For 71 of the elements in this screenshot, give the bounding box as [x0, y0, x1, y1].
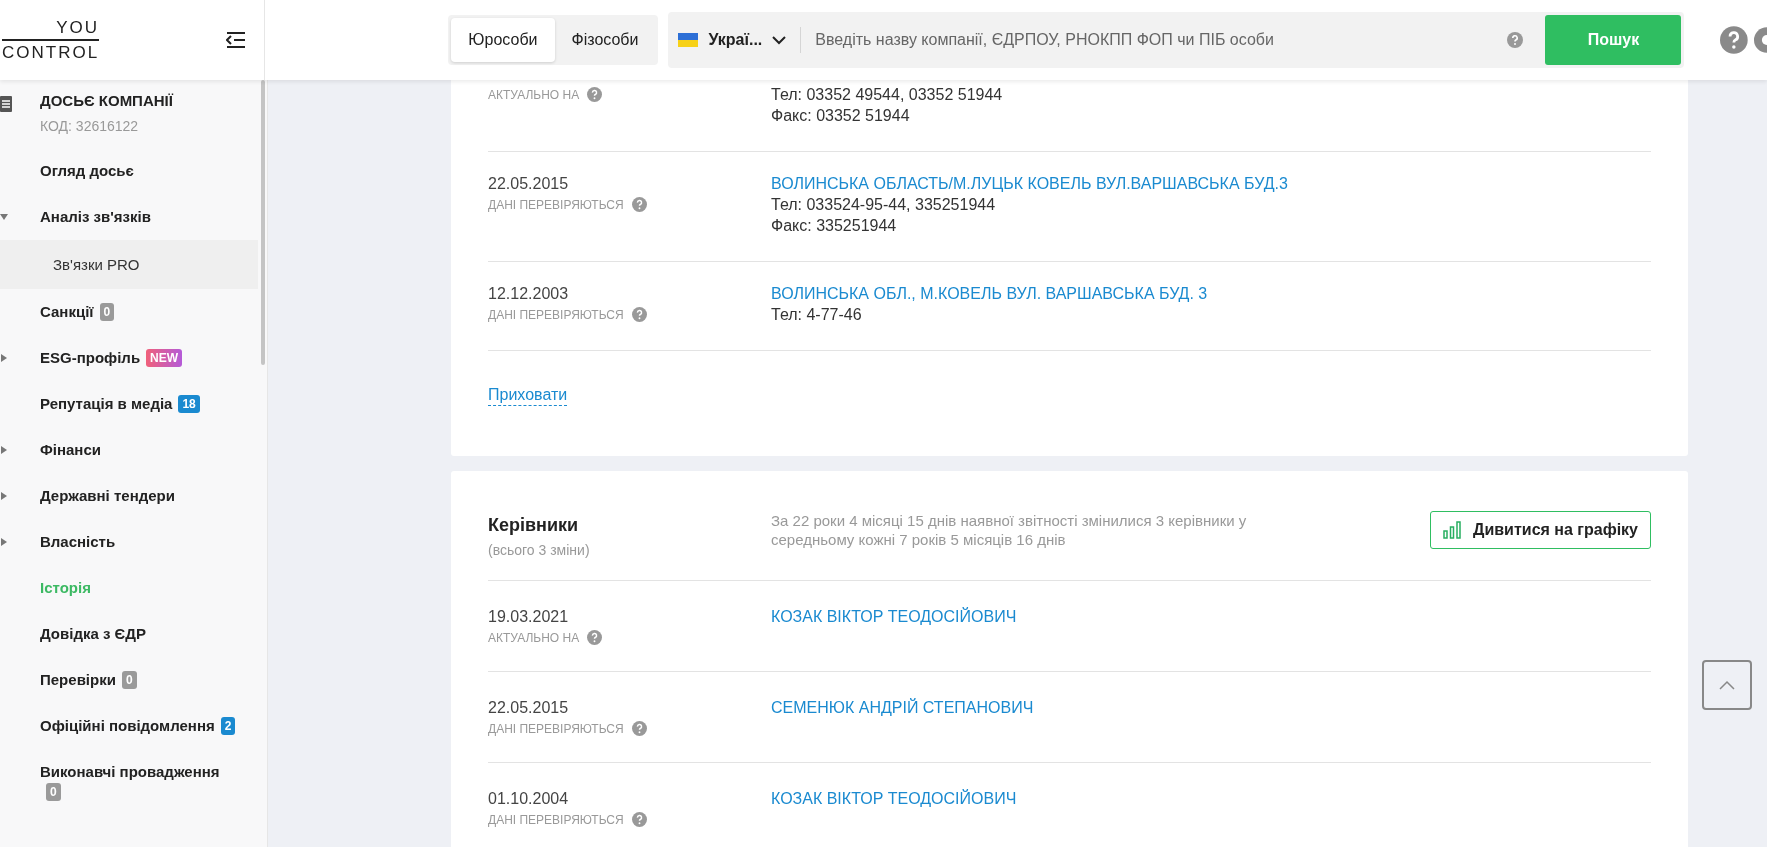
- sidebar-item[interactable]: Виконавчі провадження 0: [0, 749, 240, 815]
- help-icon[interactable]: [631, 812, 647, 827]
- sidebar-item[interactable]: Фінанси: [0, 427, 240, 473]
- status-label: ДАНІ ПЕРЕВІРЯЮТЬСЯ: [488, 721, 624, 736]
- entity-tab[interactable]: Юрособи: [451, 18, 555, 62]
- flag-icon: [678, 33, 699, 47]
- contact-line: Тел: 4-77-46: [771, 305, 863, 325]
- bar-chart-icon: [1443, 521, 1462, 539]
- count-badge: NEW: [146, 349, 183, 367]
- contact-line: Тел: 03352 49544, 03352 51944: [771, 85, 1004, 105]
- sidebar-item[interactable]: Аналіз зв'язків: [0, 194, 240, 240]
- contact-line: Тел: 033524-95-44, 335251944: [771, 195, 997, 215]
- status-label: ДАНІ ПЕРЕВІРЯЮТЬСЯ: [488, 307, 624, 322]
- caret-icon[interactable]: [0, 446, 8, 454]
- person-link[interactable]: КОЗАК ВІКТОР ТЕОДОСІЙОВИЧ: [771, 607, 1651, 627]
- sidebar-item[interactable]: Огляд досьє: [0, 148, 240, 194]
- sidebar-item[interactable]: Репутація в медіа 18: [0, 381, 240, 427]
- contact-line: Факс: 03352 51944: [771, 106, 911, 126]
- person-link[interactable]: СЕМЕНЮК АНДРІЙ СТЕПАНОВИЧ: [771, 698, 1651, 718]
- count-badge: 0: [99, 303, 115, 321]
- sidebar-item[interactable]: Офіційні повідомлення 2: [0, 703, 240, 749]
- status-label: АКТУАЛЬНО НА: [488, 87, 580, 102]
- help-icon[interactable]: [1507, 32, 1524, 48]
- view-chart-button[interactable]: Дивитися на графіку: [1430, 511, 1651, 549]
- contact-line: Факс: 335251944: [771, 216, 898, 236]
- address-link[interactable]: ВОЛИНСЬКА ОБЛАСТЬ/М.ЛУЦЬК КОВЕЛЬ ВУЛ.ВАРШАВСЬКА БУД.3: [771, 174, 1651, 194]
- help-icon[interactable]: [631, 197, 647, 212]
- person-link[interactable]: КОЗАК ВІКТОР ТЕОДОСІЙОВИЧ: [771, 789, 1651, 809]
- hide-link[interactable]: Приховати: [488, 386, 568, 406]
- chevron-down-icon: [772, 35, 787, 45]
- sidebar-item[interactable]: Санкції 0: [0, 289, 240, 335]
- caret-icon[interactable]: [0, 213, 8, 221]
- date: 01.10.2004: [488, 789, 570, 809]
- date: 22.05.2015: [488, 174, 570, 194]
- sidebar-item[interactable]: ESG-профіль NEW: [0, 335, 240, 381]
- section-subtitle: (всього 3 зміни): [488, 542, 591, 558]
- entity-tab[interactable]: Фізособи: [554, 18, 656, 62]
- help-icon[interactable]: [631, 721, 647, 736]
- logo[interactable]: YOU CONTROL: [2, 19, 100, 61]
- sidebar-item[interactable]: Державні тендери: [0, 473, 240, 519]
- caret-icon[interactable]: [0, 354, 8, 362]
- date: 19.03.2021: [488, 607, 570, 627]
- sidebar-subitem[interactable]: Зв'язки PRO: [0, 240, 258, 289]
- count-badge: 2: [220, 717, 236, 735]
- date: 22.05.2015: [488, 698, 570, 718]
- dossier-title: ДОСЬЄ КОМПАНІЇ: [40, 92, 173, 109]
- help-icon[interactable]: [1720, 26, 1749, 54]
- scroll-to-top-button[interactable]: [1702, 660, 1752, 710]
- company-code: КОД: 32616122: [40, 118, 140, 134]
- help-icon[interactable]: [631, 307, 647, 322]
- help-icon[interactable]: [587, 87, 603, 102]
- help-icon[interactable]: [587, 630, 603, 645]
- count-badge: 0: [46, 783, 61, 801]
- caret-icon[interactable]: [0, 538, 8, 546]
- date: 12.12.2003: [488, 284, 570, 304]
- sidebar-item[interactable]: Довідка з ЄДР: [0, 611, 240, 657]
- status-label: ДАНІ ПЕРЕВІРЯЮТЬСЯ: [488, 197, 624, 212]
- summary-text: За 22 роки 4 місяці 15 днів наявної звітності змінилися 3 керівники у середньому кожні 7 років 5 місяців 16 днів: [771, 511, 1248, 549]
- status-label: АКТУАЛЬНО НА: [488, 630, 580, 645]
- country-dropdown[interactable]: Украї...: [668, 27, 802, 53]
- address-link[interactable]: ВОЛИНСЬКА ОБЛ., М.КОВЕЛЬ ВУЛ. ВАРШАВСЬКА БУД. 3: [771, 284, 1651, 304]
- search-field[interactable]: Введіть назву компанії, ЄДРПОУ, РНОКПП ФОП чи ПІБ особи: [801, 31, 1508, 49]
- chevron-up-icon: [1719, 680, 1735, 690]
- caret-icon[interactable]: [0, 492, 8, 500]
- sidebar-item[interactable]: Перевірки 0: [0, 657, 240, 703]
- sidebar-item[interactable]: Власність: [0, 519, 240, 565]
- status-label: ДАНІ ПЕРЕВІРЯЮТЬСЯ: [488, 812, 624, 827]
- section-title: Керівники: [488, 515, 580, 536]
- menu-collapse-icon[interactable]: [226, 32, 247, 48]
- count-badge: 0: [121, 671, 137, 689]
- count-badge: 18: [178, 395, 200, 413]
